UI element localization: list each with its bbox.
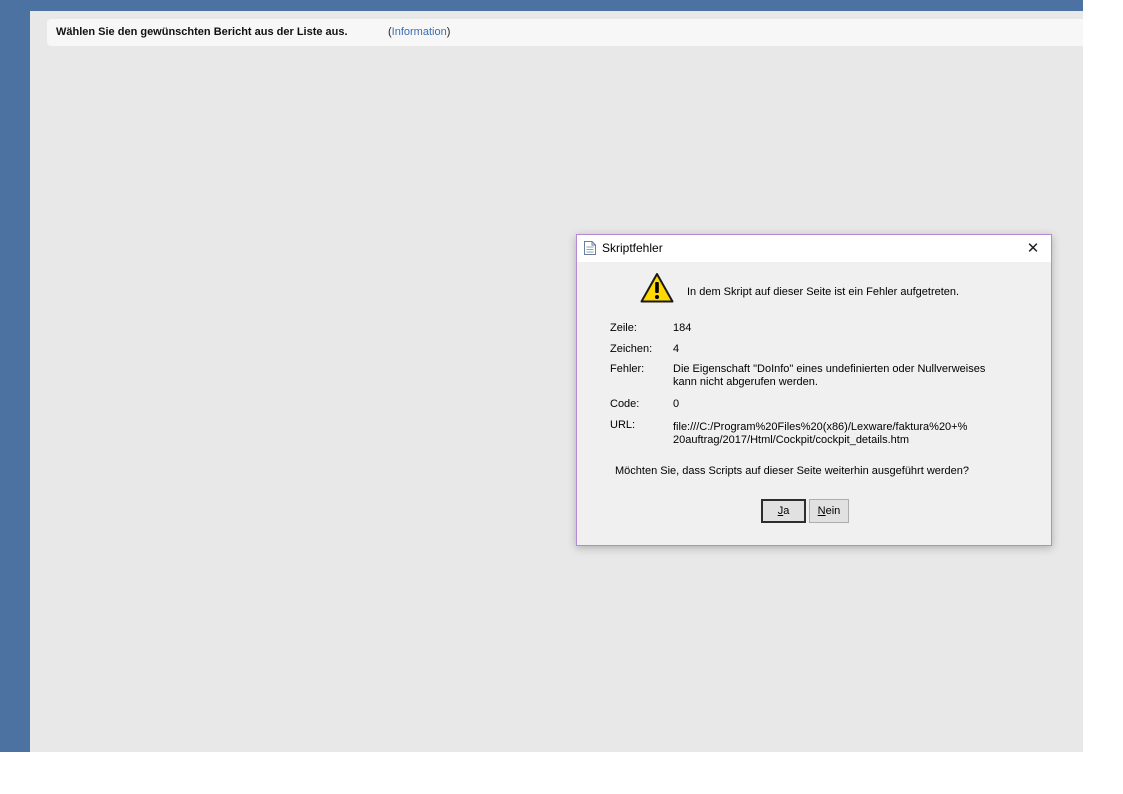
no-label-rest: ein xyxy=(825,505,841,517)
information-link-wrapper: (Information) xyxy=(388,19,450,46)
code-label: Code: xyxy=(610,398,640,410)
info-message: Wählen Sie den gewünschten Bericht aus d… xyxy=(56,26,348,38)
report-info-bar: Wählen Sie den gewünschten Bericht aus d… xyxy=(47,19,1083,46)
error-headline: In dem Skript auf dieser Seite ist ein F… xyxy=(687,286,960,298)
information-link[interactable]: Information xyxy=(392,26,447,38)
script-error-dialog: Skriptfehler ✕ In dem Skript auf dieser … xyxy=(576,234,1052,546)
warning-icon xyxy=(640,273,674,303)
yes-button[interactable]: Ja xyxy=(761,499,806,523)
document-icon xyxy=(584,241,596,255)
dialog-title: Skriptfehler xyxy=(602,241,663,255)
paren-close: ) xyxy=(446,26,451,38)
char-value: 4 xyxy=(673,343,680,355)
url-value-line1: file:///C:/Program%20Files%20(x86)/Lexwa… xyxy=(673,421,968,433)
char-label: Zeichen: xyxy=(610,343,653,355)
line-value: 184 xyxy=(673,322,692,334)
error-value-line2: kann nicht abgerufen werden. xyxy=(673,376,818,388)
dialog-titlebar[interactable]: Skriptfehler ✕ xyxy=(577,235,1051,262)
error-label: Fehler: xyxy=(610,363,645,375)
url-label: URL: xyxy=(610,419,636,431)
left-navigation-rail xyxy=(0,0,30,752)
line-label: Zeile: xyxy=(610,322,637,334)
header-gap xyxy=(30,11,1083,19)
yes-label-rest: a xyxy=(783,505,790,517)
no-mnemonic: N xyxy=(817,505,826,517)
code-value: 0 xyxy=(673,398,680,410)
error-value-line1: Die Eigenschaft "DoInfo" eines undefinie… xyxy=(673,363,986,375)
close-icon[interactable]: ✕ xyxy=(1015,235,1051,262)
top-header-strip xyxy=(30,0,1083,11)
url-value-line2: 20auftrag/2017/Html/Cockpit/cockpit_deta… xyxy=(673,434,910,446)
no-button[interactable]: Nein xyxy=(809,499,849,523)
continue-question: Möchten Sie, dass Scripts auf dieser Sei… xyxy=(615,465,970,477)
